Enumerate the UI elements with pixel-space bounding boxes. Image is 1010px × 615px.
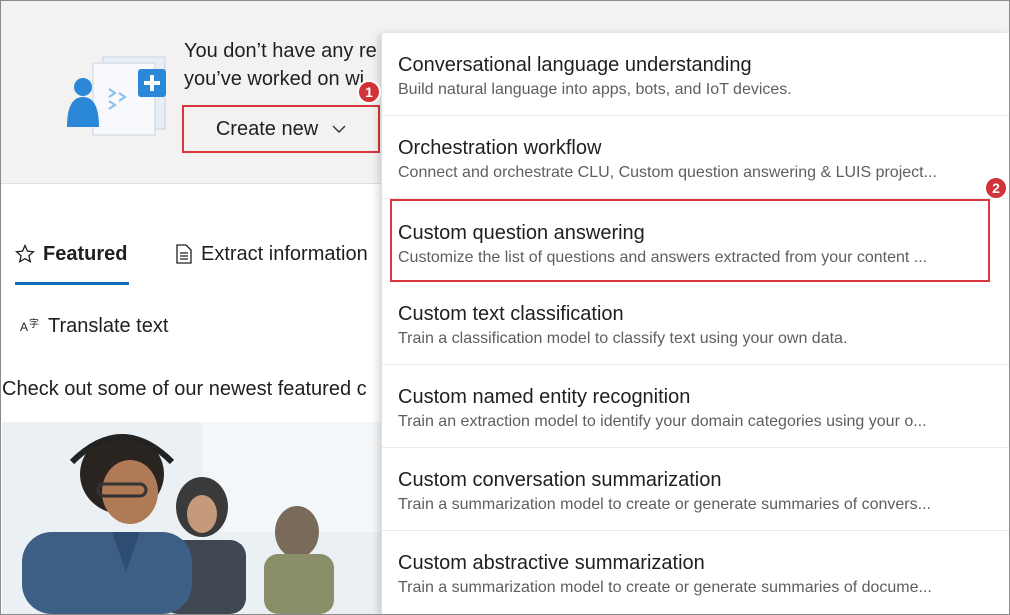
menu-item-title: Custom abstractive summarization	[398, 552, 705, 574]
menu-item-description: Build natural language into apps, bots, …	[398, 81, 792, 98]
menu-item-title: Orchestration workflow	[398, 137, 602, 159]
featured-photo	[2, 422, 382, 614]
svg-text:A: A	[20, 320, 28, 334]
step-badge-1: 1	[357, 80, 381, 104]
svg-text:字: 字	[29, 317, 39, 330]
tab-translate-label: Translate text	[48, 314, 169, 337]
menu-item-title: Custom named entity recognition	[398, 386, 691, 408]
menu-item-description: Connect and orchestrate CLU, Custom ques…	[398, 164, 937, 181]
create-new-button[interactable]: Create new	[182, 105, 380, 153]
document-icon	[176, 244, 192, 264]
menu-item-custom-abstractive-summarization[interactable]: Custom abstractive summarization Train a…	[382, 531, 1009, 614]
menu-item-custom-conversation-summarization[interactable]: Custom conversation summarization Train …	[382, 448, 1009, 531]
menu-item-description: Customize the list of questions and answ…	[398, 249, 928, 266]
create-new-menu: Conversational language understanding Bu…	[381, 33, 1009, 615]
create-project-illustration	[67, 56, 166, 136]
step-badge-2: 2	[984, 176, 1008, 200]
menu-item-title: Custom question answering	[398, 222, 645, 244]
menu-item-title: Custom text classification	[398, 303, 624, 325]
tab-featured[interactable]: Featured	[15, 225, 130, 285]
menu-item-custom-question-answering[interactable]: Custom question answering Customize the …	[390, 199, 990, 282]
chevron-down-icon	[332, 125, 346, 133]
tab-translate-text[interactable]: A 字 Translate text	[20, 297, 168, 355]
menu-item-custom-text-classification[interactable]: Custom text classification Train a class…	[382, 282, 1009, 365]
menu-item-title: Custom conversation summarization	[398, 469, 722, 491]
menu-item-description: Train a classification model to classify…	[398, 330, 848, 347]
tab-featured-label: Featured	[43, 242, 128, 265]
menu-item-custom-named-entity-recognition[interactable]: Custom named entity recognition Train an…	[382, 365, 1009, 448]
menu-item-title: Conversational language understanding	[398, 54, 752, 76]
translate-icon: A 字	[20, 317, 39, 334]
tab-extract-information[interactable]: Extract information	[175, 225, 368, 283]
tab-extract-label: Extract information	[201, 242, 368, 265]
menu-item-conversational-language-understanding[interactable]: Conversational language understanding Bu…	[382, 33, 1009, 116]
menu-item-description: Train an extraction model to identify yo…	[398, 413, 927, 430]
menu-item-description: Train a summarization model to create or…	[398, 496, 931, 513]
star-icon	[15, 244, 35, 264]
create-new-label: Create new	[215, 117, 319, 140]
menu-item-orchestration-workflow[interactable]: Orchestration workflow Connect and orche…	[382, 116, 1009, 199]
menu-item-description: Train a summarization model to create or…	[398, 579, 932, 596]
featured-promo-text: Check out some of our newest featured c	[2, 378, 367, 400]
